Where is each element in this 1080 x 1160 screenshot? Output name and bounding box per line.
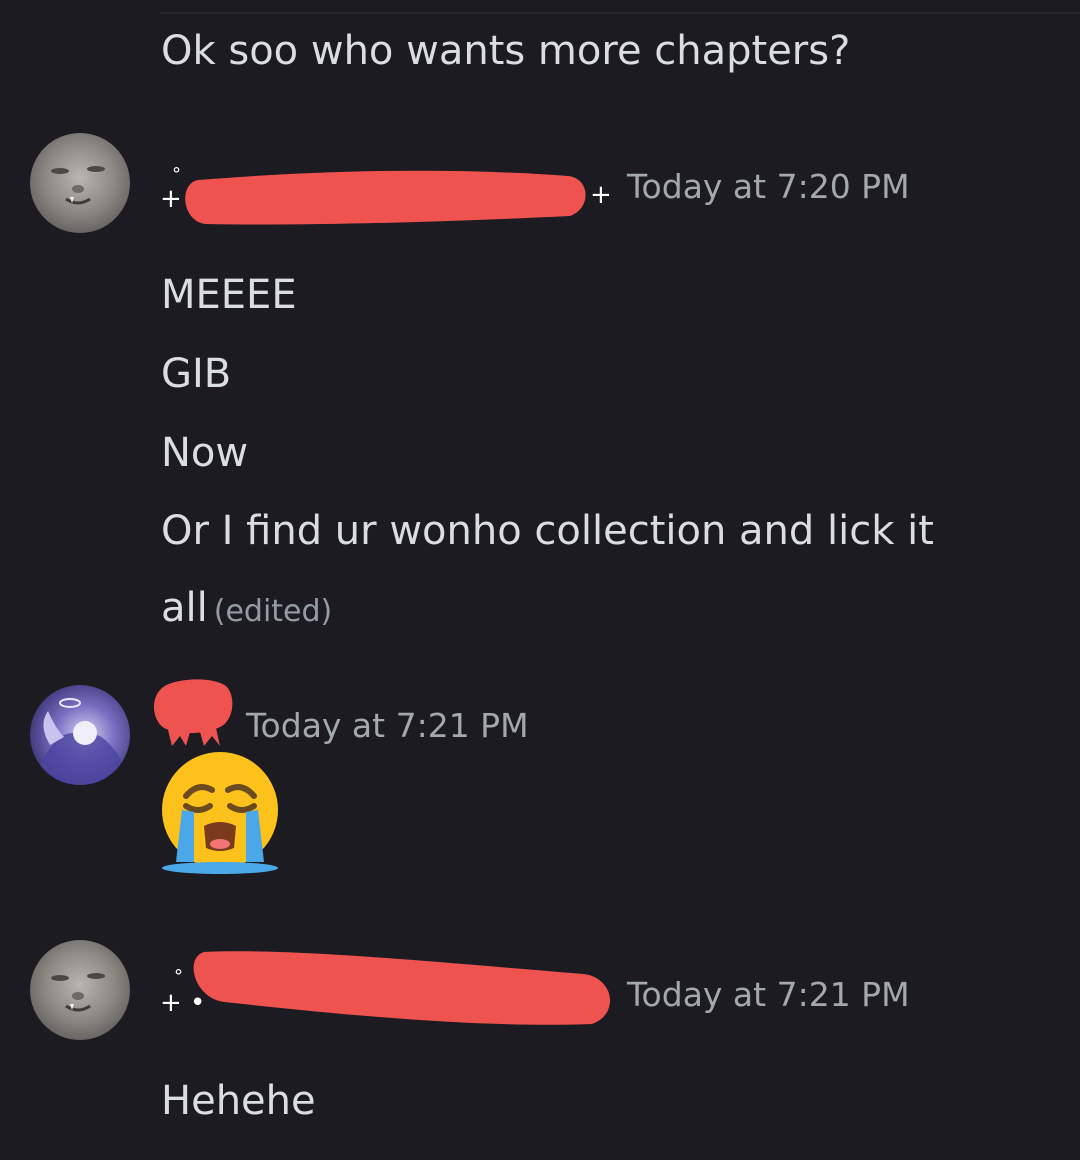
message-timestamp: Today at 7:20 PM (627, 167, 910, 206)
user-avatar[interactable] (30, 685, 130, 785)
message-timestamp: Today at 7:21 PM (246, 706, 529, 745)
message-text: Or I find ur wonho collection and lick i… (161, 508, 934, 554)
redacted-username (193, 951, 611, 1025)
message-text: Ok soo who wants more chapters? (161, 28, 851, 74)
name-decoration: ° (174, 966, 183, 987)
anime-angel-avatar (30, 685, 130, 785)
message-text: Now (161, 430, 249, 476)
grey-cat-avatar (30, 133, 130, 233)
edited-label: (edited) (213, 594, 333, 629)
user-avatar[interactable] (30, 133, 130, 233)
message-text: all (161, 585, 208, 631)
grey-cat-avatar (30, 940, 130, 1040)
message-text: MEEEE (161, 272, 297, 318)
user-avatar[interactable] (30, 940, 130, 1040)
message-timestamp: Today at 7:21 PM (627, 975, 910, 1014)
message-text: GIB (161, 351, 232, 397)
loudly-crying-face-icon (162, 752, 278, 874)
redacted-username (185, 170, 586, 225)
message-text: Hehehe (161, 1078, 316, 1124)
message-text-last-line: all (edited) (161, 569, 332, 651)
redacted-username (153, 679, 233, 746)
